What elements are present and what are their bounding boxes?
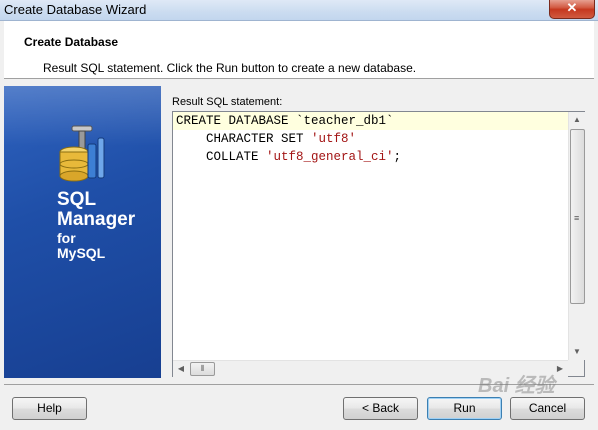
string-literal: 'utf8' [311,132,357,146]
grip-icon: ≡ [574,213,580,223]
watermark-logo: Bai 经验 [478,375,555,397]
scrollbar-corner [568,360,584,376]
code-line[interactable]: CREATE DATABASE `teacher_db1` [173,112,568,130]
string-literal: 'utf8_general_ci' [266,150,394,164]
wizard-header: Create Database Result SQL statement. Cl… [4,21,594,79]
product-name: SQL Manager for MySQL [57,190,135,260]
sql-manager-logo-icon [59,125,105,182]
title-bar: Create Database Wizard ✕ [0,0,598,21]
sql-label: Result SQL statement: [172,96,283,108]
sql-editor[interactable]: CREATE DATABASE `teacher_db1` CHARACTER … [172,111,585,377]
help-button[interactable]: Help [12,397,87,420]
brand-manager: Manager [57,209,136,230]
step-title: Create Database [24,35,119,49]
code-line[interactable]: CHARACTER SET 'utf8' [173,130,568,148]
horizontal-scroll-thumb[interactable]: ⦀ [190,362,215,376]
sql-code-area[interactable]: CREATE DATABASE `teacher_db1` CHARACTER … [173,112,568,360]
close-button[interactable]: ✕ [549,0,595,19]
scroll-down-icon[interactable]: ▼ [569,344,585,360]
step-description: Result SQL statement. Click the Run butt… [43,61,417,75]
sql-token: CHARACTER SET [176,132,312,146]
scroll-up-icon[interactable]: ▲ [569,112,585,128]
vertical-scrollbar[interactable]: ▲ ≡ ▼ [568,112,585,360]
run-button[interactable]: Run [427,397,502,420]
sql-token: COLLATE [176,150,267,164]
window-title: Create Database Wizard [4,2,147,17]
brand-sql: SQL [57,189,97,210]
cancel-button[interactable]: Cancel [510,397,585,420]
sql-token: CREATE DATABASE `teacher_db1` [176,114,394,128]
brand-mysql: MySQL [57,245,106,261]
vertical-scroll-thumb[interactable]: ≡ [570,129,585,304]
brand-for: for [57,230,76,246]
branding-panel: SQL Manager for MySQL [4,86,161,378]
scroll-left-icon[interactable]: ◀ [173,361,189,377]
sql-token: ; [393,150,402,164]
code-line[interactable]: COLLATE 'utf8_general_ci'; [173,148,568,166]
back-button[interactable]: < Back [343,397,418,420]
